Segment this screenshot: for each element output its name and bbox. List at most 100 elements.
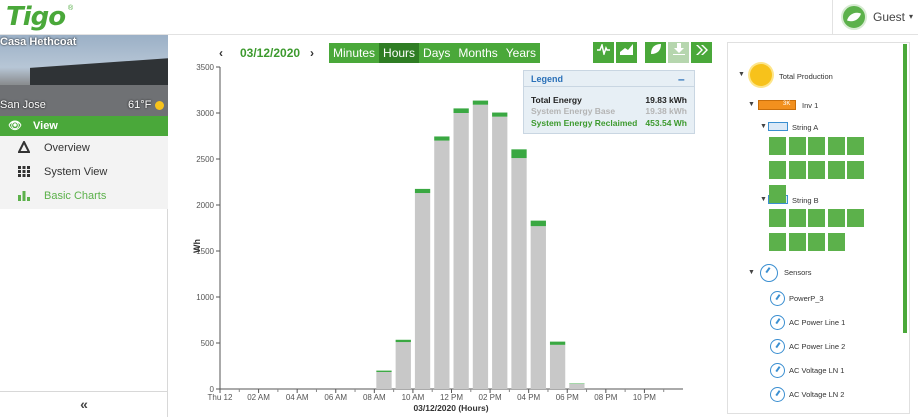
string-a-panel-tile[interactable] bbox=[769, 185, 786, 203]
legend-divider bbox=[524, 86, 694, 87]
site-temperature: 61°F bbox=[128, 99, 152, 111]
bar-base[interactable] bbox=[395, 342, 411, 389]
prev-date-button[interactable]: ‹ bbox=[219, 46, 223, 60]
bar-reclaimed[interactable] bbox=[472, 100, 489, 105]
area-chart-icon bbox=[620, 44, 633, 55]
tree-string-a[interactable]: String A bbox=[792, 123, 818, 132]
tree-sensors[interactable]: Sensors bbox=[784, 268, 812, 277]
legend-collapse-button[interactable]: – bbox=[678, 72, 685, 86]
tab-minutes[interactable]: Minutes bbox=[329, 43, 380, 63]
download-button[interactable] bbox=[668, 42, 689, 63]
tree-caret-total[interactable]: ▼ bbox=[738, 71, 745, 78]
string-b-panel-tile[interactable] bbox=[827, 233, 845, 251]
inverter-badge: 3K bbox=[783, 101, 791, 107]
string-a-panel-tile[interactable] bbox=[847, 137, 864, 155]
tree-string-b[interactable]: String B bbox=[792, 196, 819, 205]
string-b-panel-tile[interactable] bbox=[788, 233, 806, 251]
pulse-chart-button[interactable] bbox=[593, 42, 614, 63]
bar-base[interactable] bbox=[549, 344, 566, 389]
bar-chart-icon bbox=[18, 189, 32, 203]
bar-reclaimed[interactable] bbox=[530, 220, 546, 227]
tab-months[interactable]: Months bbox=[454, 43, 502, 63]
string-a-panel-tile[interactable] bbox=[769, 161, 786, 179]
string-b-panel-tile[interactable] bbox=[808, 209, 825, 227]
device-tree-panel bbox=[727, 42, 910, 414]
string-a-panel-tile[interactable] bbox=[769, 137, 786, 155]
y-tick-label: 2500 bbox=[196, 155, 214, 164]
string-a-panel-tile[interactable] bbox=[827, 137, 845, 155]
sidebar-collapse-button[interactable]: « bbox=[0, 391, 168, 417]
string-a-panel-tile[interactable] bbox=[788, 137, 806, 155]
download-icon bbox=[672, 43, 685, 55]
tree-scrollbar[interactable] bbox=[903, 44, 907, 333]
string-b-panel-tile[interactable] bbox=[769, 233, 786, 251]
string-a-panel-tile[interactable] bbox=[808, 161, 825, 179]
tree-caret-sensors[interactable]: ▼ bbox=[748, 269, 755, 276]
y-axis-label: Wh bbox=[192, 239, 202, 253]
tree-caret-string-b[interactable]: ▼ bbox=[760, 196, 767, 203]
bar-base[interactable] bbox=[511, 158, 527, 389]
tree-sensor-item[interactable]: AC Voltage LN 1 bbox=[789, 366, 844, 375]
tab-years[interactable]: Years bbox=[501, 43, 540, 63]
string-a-panel-tile[interactable] bbox=[847, 161, 864, 179]
sidebar-item-basic-charts[interactable]: Basic Charts bbox=[0, 184, 168, 209]
bar-base[interactable] bbox=[492, 116, 508, 390]
bar-base[interactable] bbox=[376, 371, 392, 389]
tree-sensor-item[interactable]: AC Voltage LN 2 bbox=[789, 390, 844, 399]
sensors-gauge-icon bbox=[760, 264, 778, 282]
forward-button[interactable] bbox=[691, 42, 712, 63]
string-a-panel-tile[interactable] bbox=[827, 161, 845, 179]
next-date-button[interactable]: › bbox=[310, 46, 314, 60]
bar-reclaimed[interactable] bbox=[414, 188, 431, 194]
y-tick-label: 2000 bbox=[196, 201, 214, 210]
tree-total-production[interactable]: Total Production bbox=[779, 72, 833, 81]
bar-base[interactable] bbox=[530, 226, 546, 389]
current-date[interactable]: 03/12/2020 bbox=[240, 46, 300, 60]
string-b-panel-tile[interactable] bbox=[788, 209, 806, 227]
bar-base[interactable] bbox=[472, 104, 489, 389]
string-b-panel-tile[interactable] bbox=[827, 209, 845, 227]
x-axis-label: 03/12/2020 (Hours) bbox=[413, 403, 488, 413]
area-chart-button[interactable] bbox=[616, 42, 637, 63]
tree-caret-inverter[interactable]: ▼ bbox=[748, 101, 755, 108]
user-menu[interactable]: Guest ▾ bbox=[832, 0, 918, 35]
sidebar-item-system-view[interactable]: System View bbox=[0, 160, 168, 184]
legend-row-reclaimed[interactable]: System Energy Reclaimed 453.54 Wh bbox=[531, 118, 691, 129]
x-tick-label: 06 AM bbox=[324, 393, 347, 402]
bar-reclaimed[interactable] bbox=[511, 149, 527, 159]
nav-view-header[interactable]: 👁 View bbox=[0, 116, 168, 136]
string-b-panel-tile[interactable] bbox=[769, 209, 786, 227]
user-name[interactable]: Guest bbox=[873, 10, 905, 24]
string-a-panel-tile[interactable] bbox=[788, 161, 806, 179]
tab-days[interactable]: Days bbox=[419, 43, 455, 63]
string-b-panel-tile[interactable] bbox=[847, 209, 864, 227]
tigo-logo[interactable]: Tigo bbox=[6, 2, 66, 32]
x-tick-label: 02 AM bbox=[247, 393, 270, 402]
leaf-button[interactable] bbox=[645, 42, 666, 63]
bar-base[interactable] bbox=[569, 383, 585, 389]
x-tick-label: 08 AM bbox=[363, 393, 386, 402]
tab-hours[interactable]: Hours bbox=[379, 43, 420, 63]
legend-row-total[interactable]: Total Energy 19.83 kWh bbox=[531, 95, 691, 106]
tree-sensor-item[interactable]: AC Power Line 2 bbox=[789, 342, 845, 351]
x-tick-label: 04 PM bbox=[517, 393, 540, 402]
bar-base[interactable] bbox=[414, 193, 431, 389]
string-a-panel-tile[interactable] bbox=[808, 137, 825, 155]
sidebar-item-overview[interactable]: Overview bbox=[0, 136, 168, 160]
bar-base[interactable] bbox=[453, 113, 469, 389]
tree-caret-string-a[interactable]: ▼ bbox=[760, 123, 767, 130]
leaf-avatar-icon[interactable] bbox=[841, 4, 867, 30]
tree-sensor-item[interactable]: PowerP_3 bbox=[789, 294, 824, 303]
bar-reclaimed[interactable] bbox=[376, 370, 392, 372]
bar-reclaimed[interactable] bbox=[434, 136, 450, 141]
legend-row-base[interactable]: System Energy Base 19.38 kWh bbox=[531, 106, 691, 117]
tree-inverter[interactable]: Inv 1 bbox=[802, 101, 818, 110]
bar-reclaimed[interactable] bbox=[492, 112, 508, 117]
tree-sensor-item[interactable]: AC Power Line 1 bbox=[789, 318, 845, 327]
bar-reclaimed[interactable] bbox=[395, 339, 411, 343]
chevron-down-icon[interactable]: ▾ bbox=[909, 12, 913, 21]
bar-reclaimed[interactable] bbox=[549, 341, 566, 345]
string-b-panel-tile[interactable] bbox=[808, 233, 825, 251]
bar-base[interactable] bbox=[434, 140, 450, 389]
bar-reclaimed[interactable] bbox=[453, 108, 469, 113]
